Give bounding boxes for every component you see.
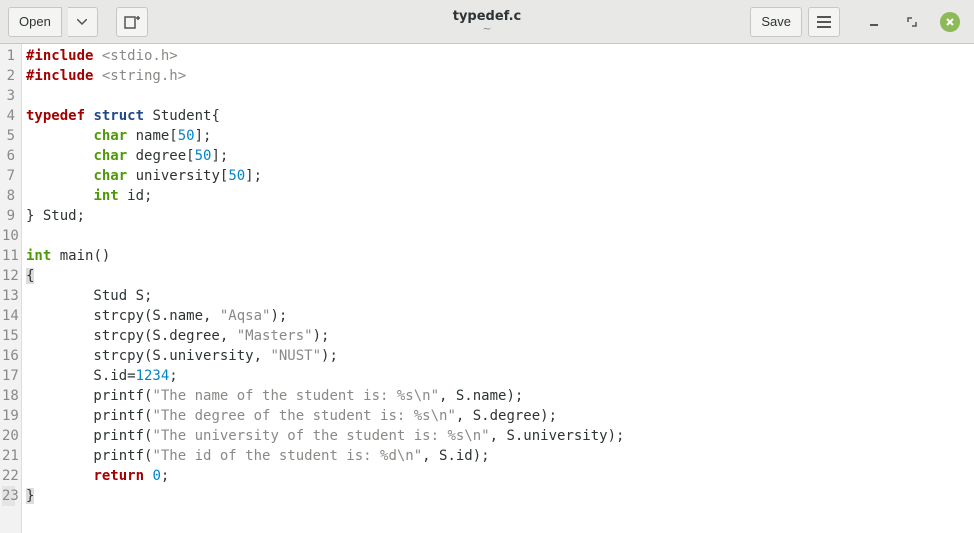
open-button-label: Open — [19, 14, 51, 29]
line-number: 20 — [2, 426, 15, 446]
line-number: 18 — [2, 386, 15, 406]
line-number: 22 — [2, 466, 15, 486]
line-number: 11 — [2, 246, 15, 266]
minimize-button[interactable] — [858, 7, 890, 37]
new-tab-icon — [124, 14, 140, 30]
hamburger-icon — [817, 16, 831, 28]
close-icon — [940, 12, 960, 32]
code-line[interactable]: int main() — [26, 246, 624, 266]
line-number: 3 — [2, 86, 15, 106]
hamburger-menu-button[interactable] — [808, 7, 840, 37]
line-number: 14 — [2, 306, 15, 326]
save-button[interactable]: Save — [750, 7, 802, 37]
line-number: 19 — [2, 406, 15, 426]
line-number: 21 — [2, 446, 15, 466]
line-number-gutter: 1234567891011121314151617181920212223 — [0, 44, 22, 533]
code-line[interactable]: #include <string.h> — [26, 66, 624, 86]
code-line[interactable] — [26, 86, 624, 106]
close-button[interactable] — [934, 7, 966, 37]
line-number: 2 — [2, 66, 15, 86]
headerbar-left: Open — [8, 7, 148, 37]
line-number: 5 — [2, 126, 15, 146]
save-button-label: Save — [761, 14, 791, 29]
code-area[interactable]: #include <stdio.h>#include <string.h> typ… — [22, 44, 624, 533]
code-line[interactable]: printf("The id of the student is: %d\n",… — [26, 446, 624, 466]
line-number: 7 — [2, 166, 15, 186]
chevron-down-icon — [77, 19, 87, 25]
line-number: 9 — [2, 206, 15, 226]
line-number: 4 — [2, 106, 15, 126]
line-number: 8 — [2, 186, 15, 206]
code-line[interactable]: char university[50]; — [26, 166, 624, 186]
open-button[interactable]: Open — [8, 7, 62, 37]
line-number: 13 — [2, 286, 15, 306]
code-line[interactable]: return 0; — [26, 466, 624, 486]
code-line[interactable]: printf("The university of the student is… — [26, 426, 624, 446]
code-line[interactable]: printf("The name of the student is: %s\n… — [26, 386, 624, 406]
code-line[interactable]: int id; — [26, 186, 624, 206]
code-line[interactable]: printf("The degree of the student is: %s… — [26, 406, 624, 426]
code-line[interactable]: char degree[50]; — [26, 146, 624, 166]
line-number: 6 — [2, 146, 15, 166]
code-line[interactable]: } Stud; — [26, 206, 624, 226]
code-line[interactable] — [26, 226, 624, 246]
code-line[interactable]: Stud S; — [26, 286, 624, 306]
line-number: 17 — [2, 366, 15, 386]
line-number: 16 — [2, 346, 15, 366]
editor: 1234567891011121314151617181920212223 #i… — [0, 44, 974, 533]
new-tab-button[interactable] — [116, 7, 148, 37]
line-number: 12 — [2, 266, 15, 286]
code-line[interactable]: S.id=1234; — [26, 366, 624, 386]
open-recent-button[interactable] — [68, 7, 98, 37]
code-line[interactable]: strcpy(S.degree, "Masters"); — [26, 326, 624, 346]
code-line[interactable]: #include <stdio.h> — [26, 46, 624, 66]
line-number: 23 — [2, 486, 15, 506]
headerbar-right: Save — [750, 7, 966, 37]
maximize-button[interactable] — [896, 7, 928, 37]
code-line[interactable]: strcpy(S.name, "Aqsa"); — [26, 306, 624, 326]
code-line[interactable]: typedef struct Student{ — [26, 106, 624, 126]
maximize-icon — [907, 17, 917, 27]
headerbar: Open typedef.c ~ Save — [0, 0, 974, 44]
minimize-icon — [869, 17, 879, 27]
line-number: 15 — [2, 326, 15, 346]
line-number: 1 — [2, 46, 15, 66]
code-line[interactable]: strcpy(S.university, "NUST"); — [26, 346, 624, 366]
line-number: 10 — [2, 226, 15, 246]
code-line[interactable]: } — [26, 486, 624, 506]
code-line[interactable]: char name[50]; — [26, 126, 624, 146]
code-line[interactable]: { — [26, 266, 624, 286]
